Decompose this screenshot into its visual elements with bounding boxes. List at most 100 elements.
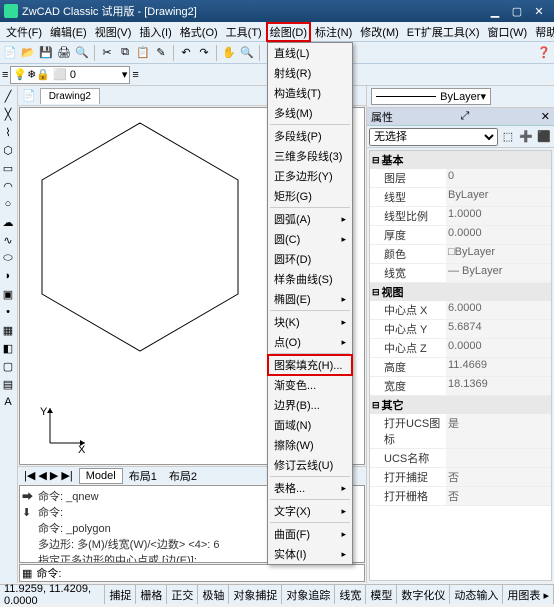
menu-2[interactable]: 视图(V): [91, 22, 136, 42]
menuitem[interactable]: 直线(L): [268, 43, 352, 63]
menuitem[interactable]: 表格...: [268, 478, 352, 498]
tab-layout1[interactable]: 布局1: [123, 467, 163, 485]
maximize-button[interactable]: ▢: [506, 3, 528, 19]
status-button[interactable]: 用图表 ▸: [503, 585, 554, 604]
menuitem[interactable]: 曲面(F): [268, 524, 352, 544]
undo-icon[interactable]: ↶: [178, 45, 194, 61]
menuitem[interactable]: 边界(B)...: [268, 395, 352, 415]
table-icon[interactable]: ▤: [0, 376, 16, 392]
cloud-icon[interactable]: ☁: [0, 214, 16, 230]
selectobj-icon[interactable]: ⬛: [536, 129, 552, 145]
status-button[interactable]: 动态输入: [450, 585, 503, 604]
menuitem[interactable]: 面域(N): [268, 415, 352, 435]
menu-10[interactable]: 窗口(W): [484, 22, 532, 42]
menuitem[interactable]: 修订云线(U): [268, 455, 352, 475]
quickselect-icon[interactable]: ⬚: [500, 129, 516, 145]
xline-icon[interactable]: ╳: [0, 106, 16, 122]
paste-icon[interactable]: 📋: [135, 45, 151, 61]
preview-icon[interactable]: 🔍: [74, 45, 90, 61]
status-button[interactable]: 模型: [366, 585, 397, 604]
zoom-icon[interactable]: 🔍: [239, 45, 255, 61]
status-button[interactable]: 对象追踪: [282, 585, 335, 604]
menu-5[interactable]: 工具(T): [222, 22, 266, 42]
pushpin-icon[interactable]: ⤢: [460, 110, 469, 123]
polygon-icon[interactable]: ⬡: [0, 142, 16, 158]
hatch-icon[interactable]: ▦: [0, 322, 16, 338]
region-icon[interactable]: ▢: [0, 358, 16, 374]
gradient-icon[interactable]: ◧: [0, 340, 16, 356]
minimize-button[interactable]: ▁: [484, 3, 506, 19]
menuitem[interactable]: 矩形(G): [268, 186, 352, 206]
menuitem[interactable]: 构造线(T): [268, 83, 352, 103]
menuitem[interactable]: 三维多段线(3): [268, 146, 352, 166]
new-icon[interactable]: 📄: [2, 45, 18, 61]
print-icon[interactable]: 🖨: [56, 45, 72, 61]
status-button[interactable]: 正交: [167, 585, 198, 604]
ellipse-icon[interactable]: ⬭: [0, 250, 16, 266]
open-icon[interactable]: 📂: [20, 45, 36, 61]
help-icon[interactable]: ❓: [536, 45, 552, 61]
menuitem[interactable]: 样条曲线(S): [268, 269, 352, 289]
rect-icon[interactable]: ▭: [0, 160, 16, 176]
property-grid[interactable]: 基本图层0线型ByLayer线型比例1.0000厚度0.0000颜色□ByLay…: [369, 150, 552, 581]
menuitem[interactable]: 多线(M): [268, 103, 352, 123]
menuitem[interactable]: 图案填充(H)...: [268, 355, 352, 375]
menu-0[interactable]: 文件(F): [2, 22, 46, 42]
sheet-nav[interactable]: |◀ ◀ ▶ ▶|: [18, 468, 79, 483]
cmd-icon[interactable]: ⮕: [22, 488, 38, 504]
menuitem[interactable]: 渐变色...: [268, 375, 352, 395]
menuitem[interactable]: 圆环(D): [268, 249, 352, 269]
panel-close-icon[interactable]: ✕: [541, 110, 550, 123]
status-button[interactable]: 线宽: [335, 585, 366, 604]
status-button[interactable]: 栅格: [136, 585, 167, 604]
line-icon[interactable]: ╱: [0, 88, 16, 104]
layer-select[interactable]: 💡❄🔒 ⬜ 0▾: [10, 66, 130, 84]
pline-icon[interactable]: ⌇: [0, 124, 16, 140]
text-icon[interactable]: A: [0, 394, 16, 410]
menuitem[interactable]: 实体(I): [268, 544, 352, 564]
selection-dropdown[interactable]: 无选择: [369, 128, 498, 146]
menu-7[interactable]: 标注(N): [311, 22, 356, 42]
status-button[interactable]: 对象捕捉: [229, 585, 282, 604]
status-button[interactable]: 极轴: [198, 585, 229, 604]
menuitem[interactable]: 擦除(W): [268, 435, 352, 455]
point-icon[interactable]: •: [0, 304, 16, 320]
menuitem[interactable]: 圆弧(A): [268, 209, 352, 229]
menu-6[interactable]: 绘图(D): [266, 22, 311, 42]
match-icon[interactable]: ✎: [153, 45, 169, 61]
menu-4[interactable]: 格式(O): [176, 22, 222, 42]
layer-tool-icon[interactable]: ≡: [132, 69, 138, 81]
pickadd-icon[interactable]: ➕: [518, 129, 534, 145]
tab-model[interactable]: Model: [79, 468, 123, 484]
menuitem[interactable]: 椭圆(E): [268, 289, 352, 309]
menu-1[interactable]: 编辑(E): [46, 22, 91, 42]
tab-layout2[interactable]: 布局2: [163, 467, 203, 485]
menuitem[interactable]: 圆(C): [268, 229, 352, 249]
ellipsearc-icon[interactable]: ◗: [0, 268, 16, 284]
menu-9[interactable]: ET扩展工具(X): [403, 22, 484, 42]
menuitem[interactable]: 文字(X): [268, 501, 352, 521]
spline-icon[interactable]: ∿: [0, 232, 16, 248]
status-button[interactable]: 捕捉: [105, 585, 136, 604]
menuitem[interactable]: 块(K): [268, 312, 352, 332]
pan-icon[interactable]: ✋: [221, 45, 237, 61]
save-icon[interactable]: 💾: [38, 45, 54, 61]
status-button[interactable]: 数字化仪: [397, 585, 450, 604]
cut-icon[interactable]: ✂: [99, 45, 115, 61]
menu-8[interactable]: 修改(M): [356, 22, 403, 42]
menu-11[interactable]: 帮助(H): [531, 22, 554, 42]
menuitem[interactable]: 正多边形(Y): [268, 166, 352, 186]
linetype-select[interactable]: ByLayer▾: [371, 88, 491, 105]
menuitem[interactable]: 多段线(P): [268, 126, 352, 146]
block-icon[interactable]: ▣: [0, 286, 16, 302]
cmd-icon2[interactable]: ⬇: [22, 506, 38, 519]
redo-icon[interactable]: ↷: [196, 45, 212, 61]
menuitem[interactable]: 点(O): [268, 332, 352, 352]
command-input[interactable]: ▦命令:: [19, 564, 365, 582]
menu-3[interactable]: 插入(I): [135, 22, 175, 42]
close-button[interactable]: ✕: [528, 3, 550, 19]
arc-icon[interactable]: ◠: [0, 178, 16, 194]
layer-icon[interactable]: ≡: [2, 69, 8, 81]
circle-icon[interactable]: ○: [0, 196, 16, 212]
copy-icon[interactable]: ⧉: [117, 45, 133, 61]
